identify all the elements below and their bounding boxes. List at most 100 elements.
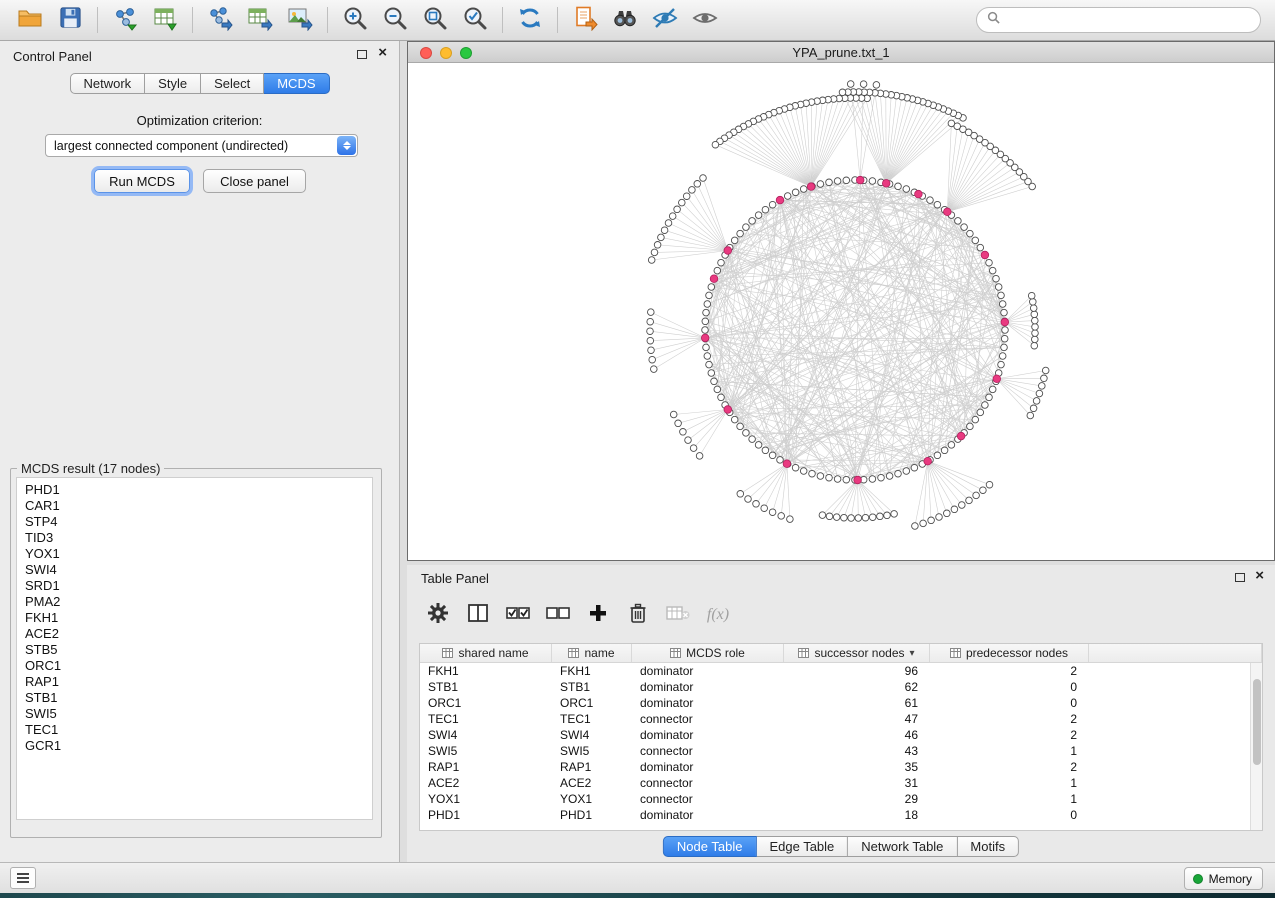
mcds-result-item[interactable]: PHD1 bbox=[17, 482, 372, 498]
network-window-titlebar[interactable]: YPA_prune.txt_1 bbox=[408, 42, 1274, 63]
table-cell[interactable]: 96 bbox=[784, 663, 930, 679]
table-cell[interactable]: 61 bbox=[784, 695, 930, 711]
first-neighbors-button[interactable] bbox=[605, 3, 645, 37]
table-cell[interactable]: connector bbox=[632, 775, 784, 791]
table-cell[interactable]: 1 bbox=[930, 775, 1089, 791]
table-cell[interactable]: PHD1 bbox=[552, 807, 632, 823]
mcds-result-item[interactable]: RAP1 bbox=[17, 674, 372, 690]
table-cell[interactable]: STB1 bbox=[420, 679, 552, 695]
show-columns-button[interactable] bbox=[463, 600, 493, 630]
table-cell[interactable]: RAP1 bbox=[552, 759, 632, 775]
function-builder-button[interactable]: f(x) bbox=[703, 600, 733, 630]
table-cell[interactable]: SWI4 bbox=[420, 727, 552, 743]
criterion-dropdown[interactable]: largest connected component (undirected) bbox=[45, 134, 358, 157]
tab-motifs[interactable]: Motifs bbox=[957, 836, 1019, 857]
table-cell[interactable]: 47 bbox=[784, 711, 930, 727]
table-row[interactable]: PHD1PHD1dominator180 bbox=[420, 807, 1262, 823]
table-cell[interactable]: 43 bbox=[784, 743, 930, 759]
delete-table-button[interactable] bbox=[663, 600, 693, 630]
table-cell[interactable]: 29 bbox=[784, 791, 930, 807]
sort-caret-icon[interactable]: ▾ bbox=[910, 648, 915, 659]
column-header-name[interactable]: name bbox=[552, 644, 632, 662]
table-row[interactable]: SWI5SWI5connector431 bbox=[420, 743, 1262, 759]
panel-menu-button[interactable] bbox=[10, 867, 36, 889]
column-header-mcds-role[interactable]: MCDS role bbox=[632, 644, 784, 662]
hide-selected-button[interactable] bbox=[645, 3, 685, 37]
table-cell[interactable]: PHD1 bbox=[420, 807, 552, 823]
zoom-out-button[interactable] bbox=[375, 3, 415, 37]
table-cell[interactable]: TEC1 bbox=[552, 711, 632, 727]
tab-mcds[interactable]: MCDS bbox=[264, 73, 329, 94]
table-cell[interactable] bbox=[1089, 711, 1262, 727]
tab-node-table[interactable]: Node Table bbox=[663, 836, 757, 857]
export-table-button[interactable] bbox=[240, 3, 280, 37]
table-cell[interactable] bbox=[1089, 759, 1262, 775]
table-row[interactable]: FKH1FKH1dominator962 bbox=[420, 663, 1262, 679]
table-cell[interactable]: TEC1 bbox=[420, 711, 552, 727]
column-header-successor-nodes[interactable]: successor nodes ▾ bbox=[784, 644, 930, 662]
delete-columns-button[interactable] bbox=[623, 600, 653, 630]
network-canvas[interactable] bbox=[408, 63, 1274, 560]
table-row[interactable]: RAP1RAP1dominator352 bbox=[420, 759, 1262, 775]
table-cell[interactable]: ORC1 bbox=[420, 695, 552, 711]
memory-button[interactable]: Memory bbox=[1184, 867, 1263, 890]
table-cell[interactable]: 0 bbox=[930, 679, 1089, 695]
table-cell[interactable]: dominator bbox=[632, 807, 784, 823]
create-column-button[interactable] bbox=[583, 600, 613, 630]
tab-edge-table[interactable]: Edge Table bbox=[756, 836, 848, 857]
table-cell[interactable]: SWI5 bbox=[552, 743, 632, 759]
float-panel-icon[interactable] bbox=[357, 50, 367, 59]
mcds-result-item[interactable]: GCR1 bbox=[17, 738, 372, 754]
table-row[interactable]: YOX1YOX1connector291 bbox=[420, 791, 1262, 807]
table-cell[interactable] bbox=[1089, 743, 1262, 759]
deselect-all-rows-button[interactable] bbox=[543, 600, 573, 630]
mcds-result-item[interactable]: SRD1 bbox=[17, 578, 372, 594]
table-cell[interactable]: dominator bbox=[632, 663, 784, 679]
table-cell[interactable]: SWI5 bbox=[420, 743, 552, 759]
table-cell[interactable]: FKH1 bbox=[552, 663, 632, 679]
tab-network-table[interactable]: Network Table bbox=[848, 836, 957, 857]
table-cell[interactable] bbox=[1089, 775, 1262, 791]
export-image-button[interactable] bbox=[280, 3, 320, 37]
mcds-result-item[interactable]: SWI5 bbox=[17, 706, 372, 722]
table-row[interactable]: SWI4SWI4dominator462 bbox=[420, 727, 1262, 743]
table-row[interactable]: ACE2ACE2connector311 bbox=[420, 775, 1262, 791]
table-cell[interactable] bbox=[1089, 679, 1262, 695]
table-cell[interactable]: FKH1 bbox=[420, 663, 552, 679]
table-cell[interactable]: YOX1 bbox=[420, 791, 552, 807]
table-cell[interactable]: 1 bbox=[930, 791, 1089, 807]
mcds-result-item[interactable]: STP4 bbox=[17, 514, 372, 530]
table-cell[interactable]: 31 bbox=[784, 775, 930, 791]
mcds-result-item[interactable]: STB5 bbox=[17, 642, 372, 658]
table-cell[interactable]: 62 bbox=[784, 679, 930, 695]
close-panel-icon[interactable]: × bbox=[378, 48, 387, 58]
import-table-button[interactable] bbox=[145, 3, 185, 37]
vertical-pane-divider[interactable] bbox=[400, 41, 407, 862]
column-header-predecessor-nodes[interactable]: predecessor nodes bbox=[930, 644, 1089, 662]
table-cell[interactable]: 2 bbox=[930, 759, 1089, 775]
table-cell[interactable]: YOX1 bbox=[552, 791, 632, 807]
table-cell[interactable]: dominator bbox=[632, 727, 784, 743]
table-cell[interactable] bbox=[1089, 695, 1262, 711]
mcds-result-item[interactable]: PMA2 bbox=[17, 594, 372, 610]
share-document-button[interactable] bbox=[565, 3, 605, 37]
tab-select[interactable]: Select bbox=[201, 73, 264, 94]
mcds-result-item[interactable]: TEC1 bbox=[17, 722, 372, 738]
zoom-selected-button[interactable] bbox=[455, 3, 495, 37]
table-row[interactable]: STB1STB1dominator620 bbox=[420, 679, 1262, 695]
run-mcds-button[interactable]: Run MCDS bbox=[94, 169, 190, 193]
table-cell[interactable]: STB1 bbox=[552, 679, 632, 695]
mcds-result-item[interactable]: FKH1 bbox=[17, 610, 372, 626]
table-cell[interactable]: 2 bbox=[930, 727, 1089, 743]
table-cell[interactable] bbox=[1089, 791, 1262, 807]
import-network-button[interactable] bbox=[105, 3, 145, 37]
table-cell[interactable]: connector bbox=[632, 743, 784, 759]
table-cell[interactable]: 2 bbox=[930, 663, 1089, 679]
table-cell[interactable] bbox=[1089, 663, 1262, 679]
table-cell[interactable]: ORC1 bbox=[552, 695, 632, 711]
float-table-panel-icon[interactable] bbox=[1235, 573, 1245, 582]
table-cell[interactable]: 46 bbox=[784, 727, 930, 743]
table-cell[interactable]: connector bbox=[632, 791, 784, 807]
close-panel-button[interactable]: Close panel bbox=[203, 169, 306, 193]
save-session-button[interactable] bbox=[50, 3, 90, 37]
